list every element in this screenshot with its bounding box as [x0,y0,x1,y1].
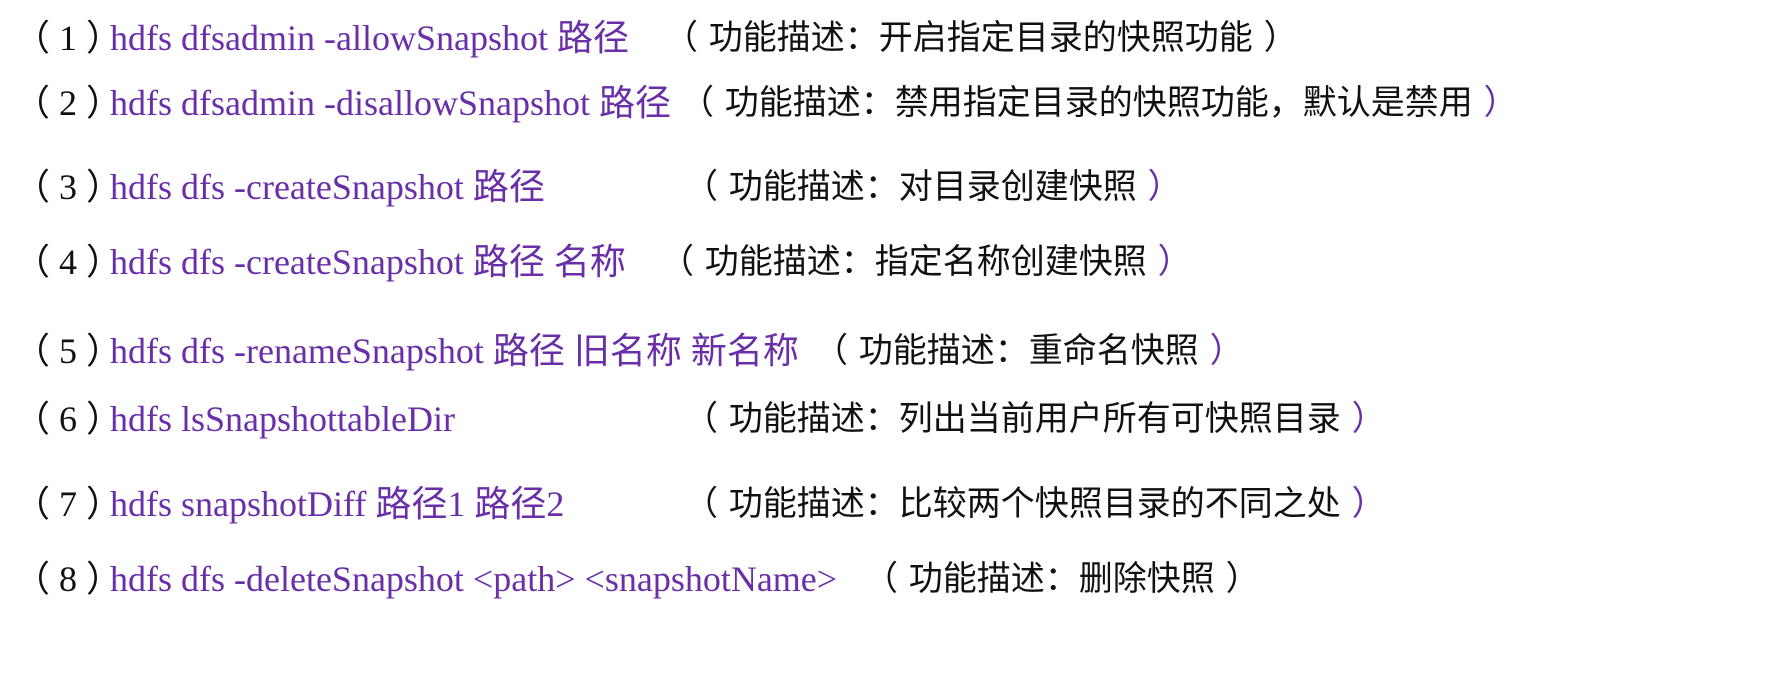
description-close: ） [1198,331,1244,371]
description-text: （ 功能描述：指定名称创建快照 [660,242,1147,282]
command-description: （ 功能描述：禁用指定目录的快照功能，默认是禁用 ） [680,78,1518,128]
command-text: hdfs dfs -renameSnapshot 路径 旧名称 新名称 [110,331,799,371]
command-item-8: （ 8 ）hdfs dfs -deleteSnapshot <path> <sn… [14,554,1260,604]
item-number: （ 5 ） [14,331,123,371]
description-close: ） [1136,167,1182,207]
command-description: （ 功能描述：指定名称创建快照 ） [660,237,1192,287]
command-description: （ 功能描述：对目录创建快照 ） [684,162,1182,212]
command-description: （ 功能描述：比较两个快照目录的不同之处 ） [684,479,1386,529]
item-number: （ 4 ） [14,242,123,282]
description-text: （ 功能描述：删除快照 ） [864,559,1260,599]
command-description: （ 功能描述：删除快照 ） [864,554,1260,604]
command-text: hdfs dfs -createSnapshot 路径 [110,167,545,207]
command-description: （ 功能描述：列出当前用户所有可快照目录 ） [684,394,1386,444]
description-close: ） [1340,399,1386,439]
command-item-7: （ 7 ）hdfs snapshotDiff 路径1 路径2 （ 功能描述：比较… [14,479,1386,529]
item-number: （ 3 ） [14,167,123,207]
description-close: ） [1340,484,1386,524]
item-number: （ 1 ） [14,18,123,58]
command-item-3: （ 3 ）hdfs dfs -createSnapshot 路径 （ 功能描述：… [14,162,1182,212]
description-close: ） [1472,83,1518,123]
description-text: （ 功能描述：重命名快照 [814,331,1199,371]
command-text: hdfs dfsadmin -disallowSnapshot 路径 [110,83,671,123]
description-close: ） [1146,242,1192,282]
command-description: （ 功能描述：开启指定目录的快照功能 ） [664,13,1298,63]
description-text: （ 功能描述：列出当前用户所有可快照目录 [684,399,1341,439]
command-text: hdfs snapshotDiff 路径1 路径2 [110,484,565,524]
command-text: hdfs dfs -deleteSnapshot <path> <snapsho… [110,559,838,599]
item-number: （ 6 ） [14,399,123,439]
description-text: （ 功能描述：开启指定目录的快照功能 ） [664,18,1298,58]
snapshot-command-list: （ 1 ）hdfs dfsadmin -allowSnapshot 路径 （ 功… [0,0,1789,695]
command-item-2: （ 2 ）hdfs dfsadmin -disallowSnapshot 路径 … [14,78,1518,128]
command-item-1: （ 1 ）hdfs dfsadmin -allowSnapshot 路径 （ 功… [14,13,1298,63]
command-item-6: （ 6 ）hdfs lsSnapshottableDir （ 功能描述：列出当前… [14,394,1386,444]
item-number: （ 8 ） [14,559,123,599]
item-number: （ 7 ） [14,484,123,524]
description-text: （ 功能描述：禁用指定目录的快照功能，默认是禁用 [680,83,1473,123]
command-text: hdfs dfs -createSnapshot 路径 名称 [110,242,626,282]
command-item-5: （ 5 ）hdfs dfs -renameSnapshot 路径 旧名称 新名称… [14,326,1244,376]
command-text: hdfs dfsadmin -allowSnapshot 路径 [110,18,629,58]
description-text: （ 功能描述：比较两个快照目录的不同之处 [684,484,1341,524]
command-item-4: （ 4 ）hdfs dfs -createSnapshot 路径 名称 （ 功能… [14,237,1192,287]
command-text: hdfs lsSnapshottableDir [110,399,455,439]
description-text: （ 功能描述：对目录创建快照 [684,167,1137,207]
command-description: （ 功能描述：重命名快照 ） [814,326,1244,376]
item-number: （ 2 ） [14,83,123,123]
